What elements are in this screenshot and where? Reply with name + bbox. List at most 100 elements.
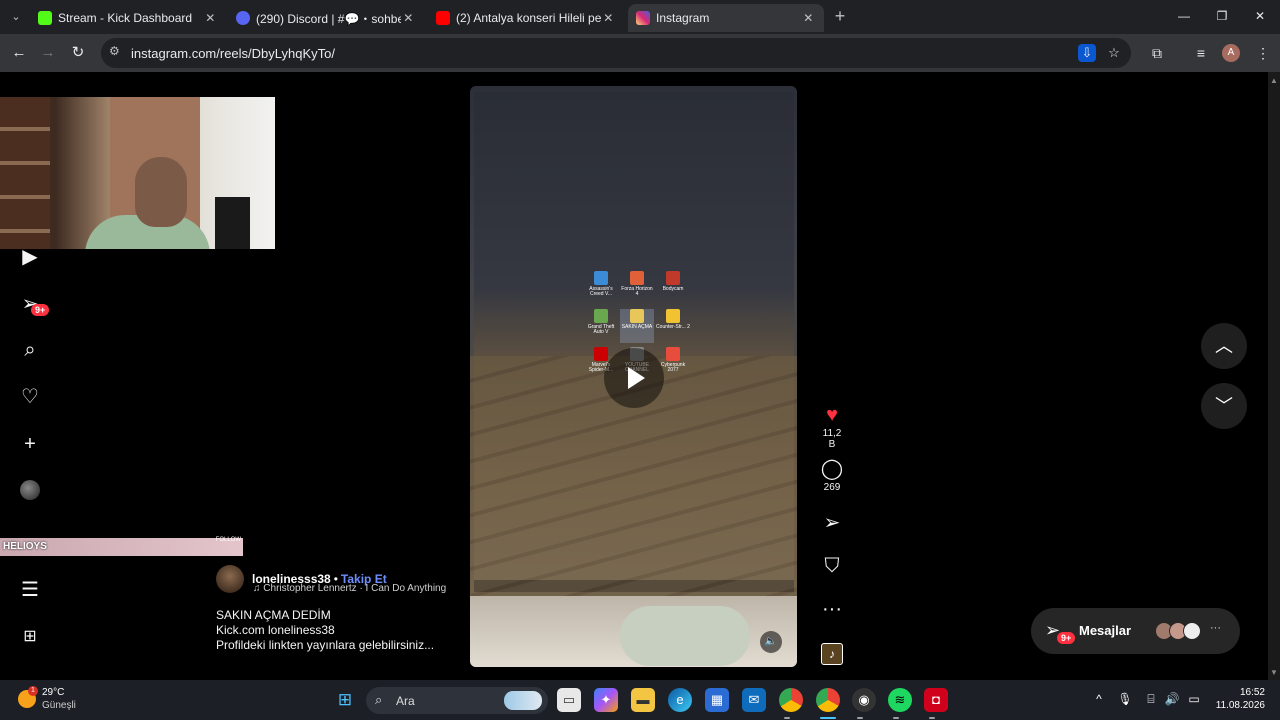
taskbar-search[interactable]: ⌕ Ara — [366, 687, 548, 714]
search-icon[interactable]: ⌕ — [18, 338, 42, 362]
spotify-icon[interactable]: ≋ — [888, 688, 912, 712]
menu-kebab-icon[interactable]: ⋮ — [1253, 43, 1273, 63]
task-view-icon[interactable]: ▭ — [557, 688, 581, 712]
heart-filled-icon[interactable]: ♥ — [818, 402, 846, 428]
edge-icon[interactable]: e — [668, 688, 692, 712]
desktop-icon: Bodycam — [656, 271, 690, 305]
outlook-icon[interactable]: ✉ — [742, 688, 766, 712]
more-options[interactable]: ··· — [818, 596, 846, 622]
url-text: instagram.com/reels/DbyLyhqKyTo/ — [131, 46, 335, 61]
tab-youtube[interactable]: (2) Antalya konseri Hileli performans ✕ — [428, 4, 624, 32]
minimize-button[interactable]: — — [1173, 6, 1195, 26]
reels-icon[interactable]: ▶ — [18, 245, 42, 269]
follow-label: FOLLOW — [215, 537, 241, 543]
next-reel-button[interactable]: ﹀ — [1201, 383, 1247, 429]
audio-track-label: Christopher Lennertz · I Can Do Anything — [263, 583, 447, 594]
search-placeholder: Ara — [396, 694, 415, 708]
create-plus-icon[interactable]: + — [18, 432, 42, 456]
back-button[interactable]: ← — [9, 43, 29, 63]
volume-icon[interactable]: 🔊 — [1164, 692, 1180, 706]
author-avatar[interactable] — [216, 565, 244, 593]
more-dots-icon[interactable]: ··· — [818, 596, 846, 622]
start-windows-icon[interactable]: ⊞ — [333, 688, 357, 712]
close-tab-icon[interactable]: ✕ — [401, 11, 416, 25]
battery-icon[interactable]: ▭ — [1186, 692, 1202, 706]
weather-badge: 1 — [28, 686, 38, 696]
profile-avatar[interactable] — [20, 480, 40, 500]
audio-thumbnail[interactable]: ♪ — [821, 643, 843, 665]
close-tab-icon[interactable]: ✕ — [601, 11, 616, 25]
weather-condition: Güneşli — [42, 700, 76, 711]
more-dots-icon: ··· — [1210, 622, 1221, 634]
tab-instagram[interactable]: Instagram ✕ — [628, 4, 824, 32]
messages-label: Mesajlar — [1079, 623, 1132, 638]
new-tab-button[interactable]: + — [830, 6, 850, 26]
network-icon[interactable]: ⌸ — [1143, 692, 1159, 707]
tab-discord[interactable]: (290) Discord | #💬・sohbet ✕ — [228, 4, 424, 32]
desktop-icon: Counter-Str... 2 — [656, 309, 690, 343]
microsoft-store-icon[interactable]: ▦ — [705, 688, 729, 712]
save-action[interactable]: ⛉ — [818, 553, 846, 579]
microphone-icon[interactable]: 🎙 — [1117, 692, 1133, 706]
forward-button[interactable]: → — [38, 43, 58, 63]
close-window-button[interactable]: ✕ — [1249, 6, 1271, 26]
media-control-icon[interactable]: ≡ — [1191, 43, 1211, 63]
audio-track[interactable]: ♫ Christopher Lennertz · I Can Do Anythi… — [253, 583, 463, 594]
clock-date: 11.08.2026 — [1215, 700, 1265, 711]
webcam-overlay — [0, 97, 275, 249]
copilot-icon[interactable]: ✦ — [594, 688, 618, 712]
desktop-icon: Assassin's Creed V... — [584, 271, 618, 305]
file-explorer-icon[interactable]: ▬ — [631, 688, 655, 712]
chrome-active-icon[interactable] — [816, 688, 840, 712]
install-app-icon[interactable]: ⇩ — [1078, 44, 1096, 62]
maximize-button[interactable]: ❐ — [1211, 6, 1233, 26]
volume-icon[interactable]: 🔈 — [760, 631, 782, 653]
tab-kick-dashboard[interactable]: Stream - Kick Dashboard ✕ — [30, 4, 226, 32]
play-icon — [628, 367, 645, 389]
reel-meta: lonelinesss38 • Takip Et ♫ Christopher L… — [216, 564, 456, 653]
browser-toolbar: ← → ↻ ⚙ instagram.com/reels/DbyLyhqKyTo/… — [0, 34, 1280, 72]
bookmark-icon[interactable]: ⛉ — [818, 553, 846, 579]
chrome-icon[interactable] — [779, 688, 803, 712]
tab-strip: ⌄ Stream - Kick Dashboard ✕ (290) Discor… — [0, 0, 1280, 34]
share-paper-plane-icon[interactable]: ➢ — [818, 510, 846, 536]
close-tab-icon[interactable]: ✕ — [203, 11, 218, 25]
desktop-icon: SAKIN AÇMA — [620, 309, 654, 343]
app-indicator — [857, 717, 863, 719]
reload-button[interactable]: ↻ — [68, 43, 88, 63]
caption-line: SAKIN AÇMA DEDİM — [216, 608, 331, 622]
address-bar[interactable]: ⚙ instagram.com/reels/DbyLyhqKyTo/ ⇩ ☆ — [101, 38, 1131, 68]
comment-icon[interactable]: ◯ — [818, 456, 846, 482]
app-indicator — [784, 717, 790, 719]
obs-icon[interactable]: ◉ — [852, 688, 876, 712]
app-indicator — [893, 717, 899, 719]
app-icon[interactable]: ◘ — [924, 688, 948, 712]
tab-title: Stream - Kick Dashboard — [58, 11, 193, 25]
system-clock[interactable]: 16:52 11.08.2026 — [1213, 686, 1265, 712]
also-from-meta-icon[interactable]: ⊞ — [18, 625, 42, 649]
tab-title: (290) Discord | #💬・sohbet — [256, 11, 401, 26]
like-action[interactable]: ♥ 11,2 B — [818, 402, 846, 450]
close-tab-icon[interactable]: ✕ — [801, 11, 816, 25]
bookmark-star-icon[interactable]: ☆ — [1105, 44, 1123, 62]
site-info-icon[interactable]: ⚙ — [109, 44, 120, 58]
notifications-heart-icon[interactable]: ♡ — [18, 385, 42, 409]
reel-video[interactable]: Assassin's Creed V... Forza Horizon 4 Bo… — [470, 86, 797, 667]
messages-pill[interactable]: ➢ 9+ Mesajlar ··· — [1031, 608, 1240, 654]
caption: SAKIN AÇMA DEDİM Kick.com loneliness38 P… — [216, 608, 456, 653]
page-scrollbar[interactable]: ▲ ▼ — [1268, 72, 1280, 680]
previous-reel-button[interactable]: ︿ — [1201, 323, 1247, 369]
profile-avatar[interactable]: A — [1222, 44, 1240, 62]
tab-search-button[interactable]: ⌄ — [6, 7, 26, 27]
comment-action[interactable]: ◯ 269 — [818, 456, 846, 493]
more-menu-icon[interactable]: ☰ — [18, 578, 42, 602]
share-action[interactable]: ➢ — [818, 510, 846, 536]
caption-line: Kick.com loneliness38 — [216, 623, 335, 637]
extensions-icon[interactable]: ⧉ — [1147, 43, 1167, 63]
message-avatars — [1155, 622, 1235, 640]
caption-line: Profildeki linkten yayınlara gelebilirsi… — [216, 638, 435, 652]
show-hidden-icons-icon[interactable]: ^ — [1091, 692, 1107, 706]
like-count: 11,2 B — [822, 428, 842, 450]
discord-icon — [236, 11, 250, 25]
play-button[interactable] — [604, 348, 664, 408]
